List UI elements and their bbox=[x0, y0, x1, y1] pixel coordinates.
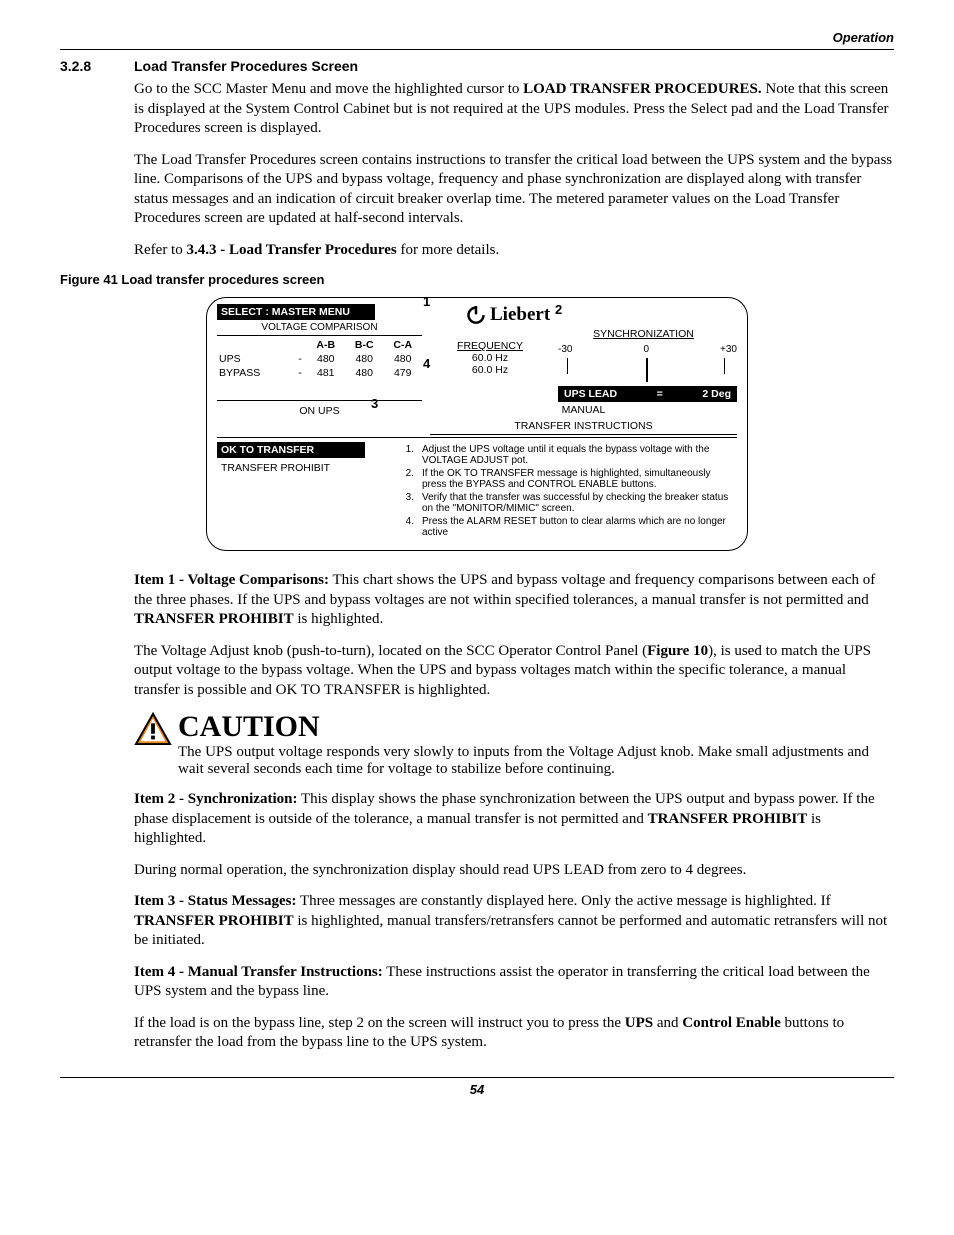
item-2-lead: Item 2 - Synchronization: bbox=[134, 791, 297, 807]
vc-bypass-label: BYPASS bbox=[217, 366, 294, 380]
section-number: 3.2.8 bbox=[60, 58, 134, 74]
step-1-text: Adjust the UPS voltage until it equals t… bbox=[422, 444, 737, 466]
sync-lead: UPS LEAD bbox=[564, 388, 617, 400]
item-3a: Three messages are constantly displayed … bbox=[296, 893, 830, 909]
para-3: Refer to 3.4.3 - Load Transfer Procedure… bbox=[134, 241, 894, 261]
item-4p2a: If the load is on the bypass line, step … bbox=[134, 1015, 625, 1031]
para-1: Go to the SCC Master Menu and move the h… bbox=[134, 80, 894, 139]
sync-block: Liebert SYNCHRONIZATION FREQUENCY 60.0 H… bbox=[430, 304, 737, 435]
voltage-comparison-label: VOLTAGE COMPARISON bbox=[217, 322, 422, 333]
step-2: 2.If the OK TO TRANSFER message is highl… bbox=[400, 468, 737, 490]
item-3b-bold: TRANSFER PROHIBIT bbox=[134, 913, 294, 929]
figure-caption: Figure 41 Load transfer procedures scree… bbox=[60, 272, 894, 287]
brand-name: Liebert bbox=[490, 304, 550, 326]
status-messages: OK TO TRANSFER TRANSFER PROHIBIT bbox=[217, 442, 392, 540]
section-heading: 3.2.8 Load Transfer Procedures Screen bbox=[60, 58, 894, 74]
frequency-label: FREQUENCY bbox=[430, 340, 550, 352]
step-2-text: If the OK TO TRANSFER message is highlig… bbox=[422, 468, 737, 490]
vc-ups-dash: - bbox=[294, 352, 307, 366]
sync-label: SYNCHRONIZATION bbox=[550, 328, 737, 340]
vc-bypass-ca: 479 bbox=[383, 366, 422, 380]
step-3: 3.Verify that the transfer was successfu… bbox=[400, 492, 737, 514]
item-1: Item 1 - Voltage Comparisons: This chart… bbox=[134, 571, 894, 630]
transfer-prohibit: TRANSFER PROHIBIT bbox=[217, 462, 392, 474]
item-3-lead: Item 3 - Status Messages: bbox=[134, 893, 296, 909]
sync-val: 2 Deg bbox=[702, 388, 731, 400]
para-3c: for more details. bbox=[397, 242, 499, 258]
para-2: The Load Transfer Procedures screen cont… bbox=[134, 151, 894, 229]
caution-icon bbox=[134, 712, 172, 778]
item-1c: is highlighted. bbox=[294, 611, 384, 627]
item-2-para2: During normal operation, the synchroniza… bbox=[134, 861, 894, 881]
freq-ups: 60.0 Hz bbox=[430, 352, 550, 364]
para-1a: Go to the SCC Master Menu and move the h… bbox=[134, 81, 523, 97]
ok-to-transfer: OK TO TRANSFER bbox=[217, 442, 365, 458]
item-4-para2: If the load is on the bypass line, step … bbox=[134, 1014, 894, 1053]
sync-neg: -30 bbox=[558, 344, 572, 355]
item-2b-bold: TRANSFER PROHIBIT bbox=[648, 811, 808, 827]
step-1: 1.Adjust the UPS voltage until it equals… bbox=[400, 444, 737, 466]
item-4: Item 4 - Manual Transfer Instructions: T… bbox=[134, 963, 894, 1002]
sync-zero: 0 bbox=[643, 344, 649, 355]
vc-ups-label: UPS bbox=[217, 352, 294, 366]
item-4-lead: Item 4 - Manual Transfer Instructions: bbox=[134, 964, 383, 980]
item-1-para2: The Voltage Adjust knob (push-to-turn), … bbox=[134, 642, 894, 701]
para-1b-bold: LOAD TRANSFER PROCEDURES. bbox=[523, 81, 762, 97]
section-title: Load Transfer Procedures Screen bbox=[134, 58, 358, 74]
voltage-comparison-table: A-B B-C C-A UPS - 480 480 480 BYPASS - bbox=[217, 338, 422, 380]
manual-label: MANUAL bbox=[430, 404, 737, 416]
sync-status: UPS LEAD = 2 Deg bbox=[558, 386, 737, 402]
figure-41: 1 2 3 4 SELECT : MASTER MENU VOLTAGE COM… bbox=[60, 297, 894, 551]
sync-scale: -30 0 +30 bbox=[558, 344, 737, 355]
vc-row-ups: UPS - 480 480 480 bbox=[217, 352, 422, 366]
transfer-instructions-title: TRANSFER INSTRUCTIONS bbox=[430, 420, 737, 435]
vc-row-bypass: BYPASS - 481 480 479 bbox=[217, 366, 422, 380]
step-3-text: Verify that the transfer was successful … bbox=[422, 492, 737, 514]
step-4: 4.Press the ALARM RESET button to clear … bbox=[400, 516, 737, 538]
transfer-steps: 1.Adjust the UPS voltage until it equals… bbox=[400, 442, 737, 540]
callout-3: 3 bbox=[371, 396, 378, 411]
vc-h0 bbox=[217, 338, 294, 352]
para-3a: Refer to bbox=[134, 242, 186, 258]
item-3: Item 3 - Status Messages: Three messages… bbox=[134, 892, 894, 951]
select-master-menu: SELECT : MASTER MENU bbox=[217, 304, 375, 320]
sync-pos: +30 bbox=[720, 344, 737, 355]
vc-h3: C-A bbox=[383, 338, 422, 352]
caution-block: CAUTION The UPS output voltage responds … bbox=[134, 712, 894, 778]
item-4p2b-bold: UPS bbox=[625, 1015, 653, 1031]
vc-ups-bc: 480 bbox=[345, 352, 383, 366]
frequency-block: FREQUENCY 60.0 Hz 60.0 Hz bbox=[430, 340, 550, 402]
vc-bypass-ab: 481 bbox=[307, 366, 345, 380]
item-4p2d-bold: Control Enable bbox=[682, 1015, 781, 1031]
on-ups-label: ON UPS bbox=[217, 405, 422, 417]
vc-h1: A-B bbox=[307, 338, 345, 352]
sync-bar bbox=[558, 357, 737, 382]
item-1p2b-bold: Figure 10 bbox=[647, 643, 708, 659]
freq-bypass: 60.0 Hz bbox=[430, 364, 550, 376]
step-4-text: Press the ALARM RESET button to clear al… bbox=[422, 516, 737, 538]
item-1-lead: Item 1 - Voltage Comparisons: bbox=[134, 572, 329, 588]
vc-bypass-dash: - bbox=[294, 366, 307, 380]
lcd-screen: 1 2 3 4 SELECT : MASTER MENU VOLTAGE COM… bbox=[206, 297, 748, 551]
item-1p2a: The Voltage Adjust knob (push-to-turn), … bbox=[134, 643, 647, 659]
item-1b-bold: TRANSFER PROHIBIT bbox=[134, 611, 294, 627]
vc-header-row: A-B B-C C-A bbox=[217, 338, 422, 352]
page-number: 54 bbox=[60, 1082, 894, 1097]
voltage-comparison-block: SELECT : MASTER MENU VOLTAGE COMPARISON … bbox=[217, 304, 422, 435]
item-2: Item 2 - Synchronization: This display s… bbox=[134, 790, 894, 849]
vc-ups-ab: 480 bbox=[307, 352, 345, 366]
bottom-rule bbox=[60, 1077, 894, 1078]
item-4p2c: and bbox=[653, 1015, 682, 1031]
vc-h2: B-C bbox=[345, 338, 383, 352]
top-rule bbox=[60, 49, 894, 50]
vc-ups-ca: 480 bbox=[383, 352, 422, 366]
vc-bypass-bc: 480 bbox=[345, 366, 383, 380]
sync-eq: = bbox=[657, 388, 663, 400]
brand: Liebert bbox=[466, 304, 737, 326]
caution-body: The UPS output voltage responds very slo… bbox=[178, 744, 894, 778]
liebert-logo-icon bbox=[466, 306, 486, 324]
running-head: Operation bbox=[60, 30, 894, 45]
para-3b-bold: 3.4.3 - Load Transfer Procedures bbox=[186, 242, 396, 258]
caution-title: CAUTION bbox=[178, 712, 894, 742]
